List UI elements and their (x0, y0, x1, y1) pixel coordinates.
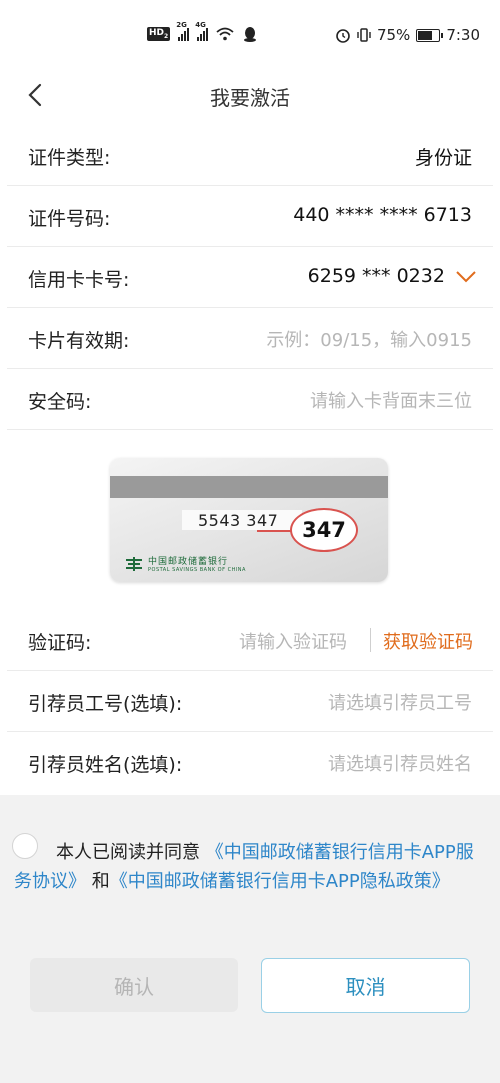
referrer-id-row[interactable]: 引荐员工号(选填): 请选填引荐员工号 (7, 671, 493, 732)
referrer-name-row[interactable]: 引荐员姓名(选填): 请选填引荐员姓名 (7, 732, 493, 792)
activation-form: 证件类型: 身份证 证件号码: 440 **** **** 6713 信用卡卡号… (0, 125, 500, 430)
id-number-label: 证件号码: (28, 208, 111, 230)
confirm-button[interactable]: 确认 (30, 958, 238, 1012)
id-number-value: 440 **** **** 6713 (293, 204, 472, 226)
agreement-prefix: 本人已阅读并同意 (56, 842, 200, 863)
status-left: HD2 2G 4G (147, 21, 258, 42)
cvv-label: 安全码: (28, 391, 92, 413)
referrer-id-input[interactable]: 请选填引荐员工号 (328, 689, 472, 715)
bank-name-en: POSTAL SAVINGS BANK OF CHINA (148, 567, 246, 573)
vibrate-icon (357, 28, 371, 42)
card-back-illustration: 5543 347 347 中国邮政储蓄银行 POSTAL SAVINGS BAN… (110, 458, 388, 582)
card-image: 5543 347 347 中国邮政储蓄银行 POSTAL SAVINGS BAN… (110, 458, 388, 582)
hd-badge: HD2 (147, 27, 171, 41)
cvv-input[interactable]: 请输入卡背面末三位 (310, 387, 472, 413)
signal-2g-icon: 2G (176, 21, 190, 41)
referrer-name-label: 引荐员姓名(选填): (28, 754, 183, 776)
privacy-policy-link[interactable]: 《中国邮政储蓄银行信用卡APP隐私政策》 (110, 871, 450, 892)
card-number-value: 6259 *** 0232 (307, 265, 445, 287)
qq-icon (244, 27, 257, 42)
bank-name-cn: 中国邮政储蓄银行 (148, 557, 229, 567)
cvv-row[interactable]: 安全码: 请输入卡背面末三位 (7, 369, 493, 430)
card-number-select[interactable]: 6259 *** 0232 (308, 265, 477, 287)
activation-form-extra: 验证码: 请输入验证码 获取验证码 引荐员工号(选填): 请选填引荐员工号 引荐… (0, 610, 500, 792)
agreement-text: 本人已阅读并同意 《中国邮政储蓄银行信用卡APP服务协议》 和《中国邮政储蓄银行… (14, 838, 484, 896)
battery-percent: 75% (376, 26, 411, 44)
bottom-panel: 本人已阅读并同意 《中国邮政储蓄银行信用卡APP服务协议》 和《中国邮政储蓄银行… (0, 795, 500, 1083)
agreement-and: 和 (91, 871, 110, 892)
cvv-highlight: 347 (290, 508, 358, 552)
id-type-label: 证件类型: (28, 147, 111, 169)
id-number-row: 证件号码: 440 **** **** 6713 (7, 186, 493, 247)
divider (370, 628, 371, 652)
chevron-down-icon[interactable] (455, 270, 477, 284)
card-back-number: 5543 347 (198, 511, 279, 530)
card-number-label: 信用卡卡号: (28, 269, 130, 291)
id-type-row: 证件类型: 身份证 (7, 125, 493, 186)
id-type-value: 身份证 (414, 147, 472, 169)
cvv-digits: 347 (302, 518, 346, 542)
battery-icon (416, 28, 444, 42)
referrer-id-label: 引荐员工号(选填): (28, 693, 183, 715)
cancel-button[interactable]: 取消 (261, 958, 470, 1013)
bank-logo: 中国邮政储蓄银行 POSTAL SAVINGS BANK OF CHINA (124, 554, 246, 573)
get-code-button[interactable]: 获取验证码 (383, 628, 473, 654)
status-bar: HD2 2G 4G 75% 7:30 (0, 0, 500, 70)
status-time: 7:30 (446, 26, 480, 44)
signal-4g-icon: 4G (195, 21, 209, 41)
expiry-input[interactable]: 示例：09/15，输入0915 (266, 326, 472, 352)
verify-code-input[interactable]: 请输入验证码 (239, 628, 347, 654)
expiry-label: 卡片有效期: (28, 330, 130, 352)
psbc-logo-icon (126, 556, 142, 571)
verify-code-row[interactable]: 验证码: 请输入验证码 获取验证码 (7, 610, 493, 671)
alarm-icon (336, 29, 350, 43)
expiry-row[interactable]: 卡片有效期: 示例：09/15，输入0915 (7, 308, 493, 369)
header: 我要激活 (0, 70, 500, 125)
verify-code-label: 验证码: (28, 632, 92, 654)
wifi-icon (216, 27, 234, 41)
page-title: 我要激活 (210, 86, 290, 110)
referrer-name-input[interactable]: 请选填引荐员姓名 (328, 750, 472, 776)
magnetic-stripe (110, 476, 388, 498)
status-right: 75% 7:30 (335, 26, 480, 44)
card-number-row[interactable]: 信用卡卡号: 6259 *** 0232 (7, 247, 493, 308)
